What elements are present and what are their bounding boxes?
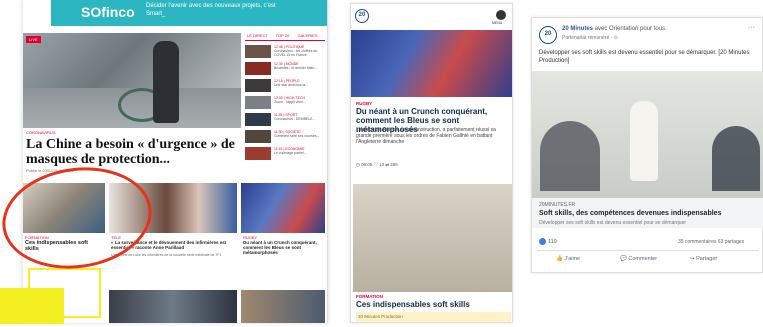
post-author[interactable]: 20 Minutes avec Orientation pour tous. xyxy=(562,26,667,32)
link-title[interactable]: Soft skills, des compétences devenues in… xyxy=(539,210,721,217)
attendee-shape xyxy=(712,126,760,191)
presenter-shape xyxy=(630,101,658,181)
sidebar-item[interactable]: 11:45 | SPORT Coronavirus : DEMBELE... xyxy=(245,111,325,127)
page-avatar[interactable]: 20 xyxy=(539,26,557,44)
card-image xyxy=(241,183,325,233)
article-card-rugby[interactable]: RUGBY Du néant à un Crunch conquérant, c… xyxy=(241,183,325,263)
link-source: 20MINUTES.FR xyxy=(539,202,576,208)
softskills-image[interactable] xyxy=(353,184,512,292)
sidebar-item[interactable]: 12:00 | HIGH-TECH Zoom : l'appli visio... xyxy=(245,94,325,110)
sponsored-title[interactable]: Ces indispensables soft skills xyxy=(356,300,470,309)
card-title: Du néant à un Crunch conquérant, comment… xyxy=(243,240,317,255)
person-shape xyxy=(153,41,179,123)
article-meta: ◷ 06:05 ♡ 13 ⇄ 255 xyxy=(356,162,398,167)
sponsored-kicker: FORMATION xyxy=(356,294,383,299)
thumbnail xyxy=(245,130,271,143)
like-button[interactable]: 👍 J'aime xyxy=(556,256,580,262)
main-headline[interactable]: La Chine a besoin « d'urgence » de masqu… xyxy=(26,137,240,167)
facebook-post: 20 20 Minutes avec Orientation pour tous… xyxy=(531,17,763,273)
thumbnail xyxy=(245,45,271,58)
sponsored-label: Partenariat rémunéré · ⊙ xyxy=(562,35,618,41)
live-badge: LIVE xyxy=(26,36,41,43)
bottom-image-right xyxy=(241,290,325,323)
tab-galleries[interactable]: GALERIES xyxy=(295,33,320,38)
menu-label: MENU xyxy=(492,21,503,25)
engagement-stats[interactable]: 35 commentaires 63 partages xyxy=(678,239,744,245)
article-desc: L'équipe de France, en reconstruction, a… xyxy=(356,127,496,145)
sofinco-ad-banner[interactable]: SOfinco Décider l'avenir avec des nouvea… xyxy=(51,0,327,26)
menu-icon[interactable] xyxy=(496,10,506,20)
mobile-news-page: 20 MENU RUGBY Du néant à un Crunch conqu… xyxy=(350,3,513,323)
rugby-image[interactable] xyxy=(351,30,512,97)
ad-text: Décider l'avenir avec des nouveaux proje… xyxy=(146,3,276,17)
tab-direct[interactable]: LE DIRECT xyxy=(245,33,270,38)
card-desc: L'interview de Luce les infirmières de l… xyxy=(111,253,222,257)
share-button[interactable]: ↪ Partager xyxy=(690,256,717,262)
post-image[interactable] xyxy=(532,71,763,201)
yellow-highlight xyxy=(0,288,64,324)
sidebar-item[interactable]: 11:15 | ÉCONOMIE Le chômage partiel... xyxy=(245,145,325,161)
20minutes-logo[interactable]: 20 xyxy=(355,9,369,23)
sidebar-item[interactable]: 11:30 | SOCIÉTÉ Comment faire ses courses… xyxy=(245,128,325,144)
thumbnail xyxy=(245,62,271,75)
thumbnail xyxy=(245,96,271,109)
comment-button[interactable]: 💬 Commenter xyxy=(620,256,657,262)
sidebar-tabs: LE DIRECT TOP 20 GALERIES xyxy=(245,33,325,41)
thumbnail xyxy=(245,79,271,92)
more-options-icon[interactable]: ··· xyxy=(748,24,755,31)
divider xyxy=(537,250,759,251)
sponsor-badge: 20 Minutes Production xyxy=(356,312,511,322)
bottom-image-row xyxy=(109,290,237,323)
hero-image[interactable] xyxy=(23,33,241,128)
ad-logo: SOfinco xyxy=(81,4,135,20)
like-icon xyxy=(539,238,546,245)
sidebar-item[interactable]: 12:30 | MONDE Bruxelles : le dernier bila… xyxy=(245,60,325,76)
attendee-shape xyxy=(540,121,600,191)
reaction-count[interactable]: 110 xyxy=(539,238,557,245)
headline-kicker: CORONAVIRUS xyxy=(26,130,56,135)
thumbnail xyxy=(245,113,271,126)
post-message: Développer ses soft skills est devenu es… xyxy=(539,50,750,64)
sidebar-item[interactable]: 12:45 | POLITIQUE Coronavirus : les chiff… xyxy=(245,43,325,59)
link-subtitle: Développer ses soft skills est devenu es… xyxy=(539,220,687,226)
sidebar-item[interactable]: 12:15 | PEOPLE Une star annonce la... xyxy=(245,77,325,93)
tab-top20[interactable]: TOP 20 xyxy=(270,33,295,38)
article-kicker: RUGBY xyxy=(356,101,373,106)
thumbnail xyxy=(245,147,271,160)
news-sidebar: LE DIRECT TOP 20 GALERIES 12:45 | POLITIQU… xyxy=(245,33,325,161)
